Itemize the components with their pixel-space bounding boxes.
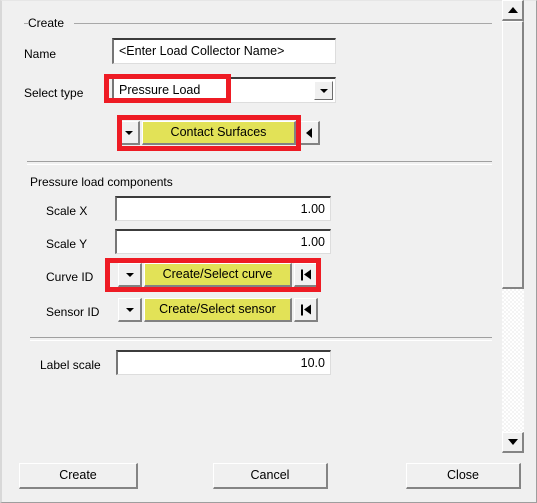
chevron-down-icon <box>125 272 134 277</box>
curve-id-dropdown-button[interactable] <box>118 263 142 287</box>
sensor-id-label: Sensor ID <box>46 305 100 319</box>
close-button[interactable]: Close <box>406 463 521 489</box>
select-type-value: Pressure Load <box>119 83 201 97</box>
label-scale-separator <box>30 337 492 341</box>
components-title: Pressure load components <box>30 175 173 189</box>
label-scale-value: 10.0 <box>300 356 325 370</box>
curve-id-label: Curve ID <box>46 270 94 284</box>
label-scale-label: Label scale <box>40 358 101 372</box>
chevron-down-icon <box>124 130 133 135</box>
create-group-line-left <box>24 23 28 24</box>
name-label: Name <box>24 47 57 61</box>
create-select-curve-button[interactable]: Create/Select curve <box>144 263 292 287</box>
name-input[interactable]: <Enter Load Collector Name> <box>112 38 336 64</box>
contact-surfaces-button[interactable]: Contact Surfaces <box>142 121 296 145</box>
entity-reset-button[interactable] <box>298 121 320 145</box>
chevron-down-glyph <box>319 88 328 93</box>
sensor-id-first-button[interactable] <box>294 298 318 322</box>
scale-x-input[interactable]: 1.00 <box>115 196 331 221</box>
create-select-curve-label: Create/Select curve <box>162 267 273 281</box>
scale-x-label: Scale X <box>46 204 88 218</box>
create-group-label: Create <box>24 16 69 30</box>
scroll-down-button[interactable] <box>502 432 524 453</box>
dialog-client-area: Create Name <Enter Load Collector Name> … <box>6 2 499 451</box>
skip-to-start-icon <box>300 304 311 315</box>
dialog-button-bar: Create Cancel Close <box>0 455 537 503</box>
create-select-sensor-label: Create/Select sensor <box>159 302 276 316</box>
scale-y-input[interactable]: 1.00 <box>115 229 331 254</box>
load-collector-dialog: Create Name <Enter Load Collector Name> … <box>0 0 537 503</box>
chevron-down-icon <box>125 307 134 312</box>
sensor-id-dropdown-button[interactable] <box>118 298 142 322</box>
arrow-up-icon <box>507 7 518 13</box>
cancel-button[interactable]: Cancel <box>213 463 328 489</box>
arrow-left-icon <box>305 127 312 138</box>
skip-to-start-icon <box>300 269 311 280</box>
components-separator <box>27 161 492 165</box>
create-group-line <box>74 23 492 24</box>
arrow-down-icon <box>507 439 518 445</box>
entity-type-dropdown-button[interactable] <box>118 121 140 145</box>
scale-x-value: 1.00 <box>300 202 325 216</box>
name-input-value: <Enter Load Collector Name> <box>119 44 285 58</box>
scale-y-label: Scale Y <box>46 237 88 251</box>
create-select-sensor-button[interactable]: Create/Select sensor <box>144 298 292 322</box>
vertical-scrollbar[interactable] <box>502 0 524 453</box>
scrollbar-thumb[interactable] <box>502 21 524 289</box>
scale-y-value: 1.00 <box>300 235 325 249</box>
create-button[interactable]: Create <box>19 463 138 489</box>
select-type-label: Select type <box>24 86 84 100</box>
label-scale-input[interactable]: 10.0 <box>116 350 331 375</box>
scroll-up-button[interactable] <box>502 0 524 21</box>
curve-id-first-button[interactable] <box>294 263 318 287</box>
contact-surfaces-button-label: Contact Surfaces <box>170 125 267 139</box>
select-type-combo[interactable]: Pressure Load <box>112 77 336 103</box>
chevron-down-icon[interactable] <box>314 81 333 100</box>
